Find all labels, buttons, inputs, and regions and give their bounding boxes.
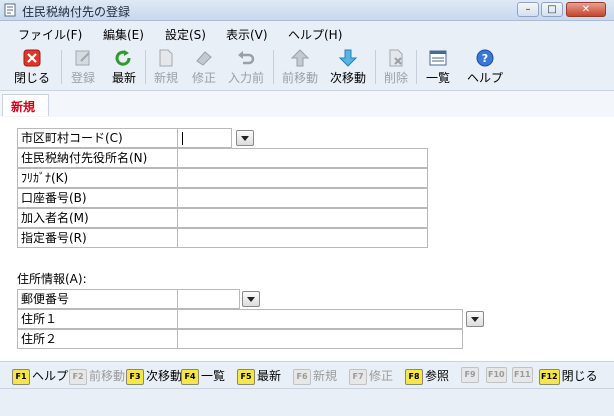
fkey-f1-help[interactable]: F1 ヘルプ [12,367,68,385]
toolbar-register-button[interactable]: 登録 [64,47,102,87]
toolbar-separator [273,50,274,84]
fkey-f3-next[interactable]: F3 次移動 [126,367,182,385]
toolbar-modify-button[interactable]: 修正 [186,47,222,87]
app-window: 住民税納付先の登録 – □ ✕ ファイル(F) 編集(E) 設定(S) 表示(V… [0,0,614,416]
text-caret [182,132,183,145]
fkey-f5-refresh[interactable]: F5 最新 [237,367,281,385]
window-title: 住民税納付先の登録 [22,5,131,19]
fkey-f6-new[interactable]: F6 新規 [293,367,337,385]
toolbar-prev-button[interactable]: 前移動 [277,47,323,87]
address2-input[interactable] [177,329,463,349]
toolbar-list-button[interactable]: 一覧 [420,47,456,87]
menu-settings[interactable]: 設定(S) [165,26,206,43]
fkey-f7-modify[interactable]: F7 修正 [349,367,393,385]
maximize-button[interactable]: □ [541,2,563,17]
menu-help[interactable]: ヘルプ(H) [288,26,342,43]
document-icon [4,3,16,17]
fkey-f4-list[interactable]: F4 一覧 [181,367,225,385]
postal-code-input[interactable] [177,289,240,309]
toolbar-close-button[interactable]: 閉じる [10,47,54,87]
eraser-icon [196,51,212,66]
fkey-f9[interactable]: F9 [461,367,481,383]
field-label-address1: 住所１ [17,309,178,329]
toolbar: 閉じる 登録 最新 新規 修正 入力前 前移動 次移動 削除 一覧 ? ヘルプ [0,44,614,91]
toolbar-separator [145,50,146,84]
toolbar-undo-button[interactable]: 入力前 [223,47,269,87]
designated-number-input[interactable] [177,228,428,248]
field-label-municipality-code: 市区町村コード(C) [17,128,178,148]
menu-view[interactable]: 表示(V) [226,26,268,43]
list-icon [429,50,447,66]
furigana-input[interactable] [177,168,428,188]
account-number-input[interactable] [177,188,428,208]
field-label-office-name: 住民税納付先役所名(N) [17,148,178,168]
fkey-f8-reference[interactable]: F8 参照 [405,367,449,385]
field-label-designated-number: 指定番号(R) [17,228,178,248]
office-name-input[interactable] [177,148,428,168]
close-icon [23,49,41,67]
fkey-f12-close[interactable]: F12 閉じる [539,367,598,385]
fkey-f10[interactable]: F10 [486,367,509,383]
toolbar-new-button[interactable]: 新規 [148,47,184,87]
municipality-code-dropdown-button[interactable] [236,130,254,146]
toolbar-delete-button[interactable]: 削除 [378,47,414,87]
municipality-code-input[interactable] [177,128,232,148]
toolbar-next-button[interactable]: 次移動 [325,47,371,87]
subscriber-name-input[interactable] [177,208,428,228]
title-bar: 住民税納付先の登録 – □ ✕ [0,0,614,21]
svg-text:?: ? [482,52,488,65]
toolbar-separator [416,50,417,84]
menu-bar: ファイル(F) 編集(E) 設定(S) 表示(V) ヘルプ(H) [0,21,614,43]
postal-code-dropdown-button[interactable] [242,291,260,307]
tab-strip: 新規 [0,91,614,118]
address1-dropdown-button[interactable] [466,311,484,327]
field-label-furigana: ﾌﾘｶﾞﾅ(K) [17,168,178,188]
delete-icon [389,49,403,67]
arrow-down-icon [338,49,358,67]
arrow-up-icon [290,49,310,67]
field-label-postal-code: 郵便番号 [17,289,178,309]
menu-file[interactable]: ファイル(F) [18,26,82,43]
fkey-f2-prev[interactable]: F2 前移動 [69,367,125,385]
address-section-label: 住所情報(A): [17,272,87,286]
undo-icon [238,51,255,65]
function-key-bar: F1 ヘルプ F2 前移動 F3 次移動 F4 一覧 F5 最新 F6 新規 F7 修正 F8… [0,361,614,388]
toolbar-separator [375,50,376,84]
window-close-button[interactable]: ✕ [566,2,606,17]
tab-new[interactable]: 新規 [2,94,49,116]
minimize-button[interactable]: – [517,2,539,17]
form-area: 市区町村コード(C) 住民税納付先役所名(N) ﾌﾘｶﾞﾅ(K) 口座番号(B)… [0,117,614,361]
new-icon [159,49,173,67]
toolbar-refresh-button[interactable]: 最新 [106,47,142,87]
help-icon: ? [476,49,494,67]
toolbar-help-button[interactable]: ? ヘルプ [463,47,507,87]
field-label-address2: 住所２ [17,329,178,349]
refresh-icon [115,50,131,66]
toolbar-separator [61,50,62,84]
fkey-f11[interactable]: F11 [512,367,535,383]
status-bar [0,388,614,416]
field-label-subscriber-name: 加入者名(M) [17,208,178,228]
address1-input[interactable] [177,309,463,329]
menu-edit[interactable]: 編集(E) [103,26,144,43]
field-label-account-number: 口座番号(B) [17,188,178,208]
register-icon [75,50,90,66]
